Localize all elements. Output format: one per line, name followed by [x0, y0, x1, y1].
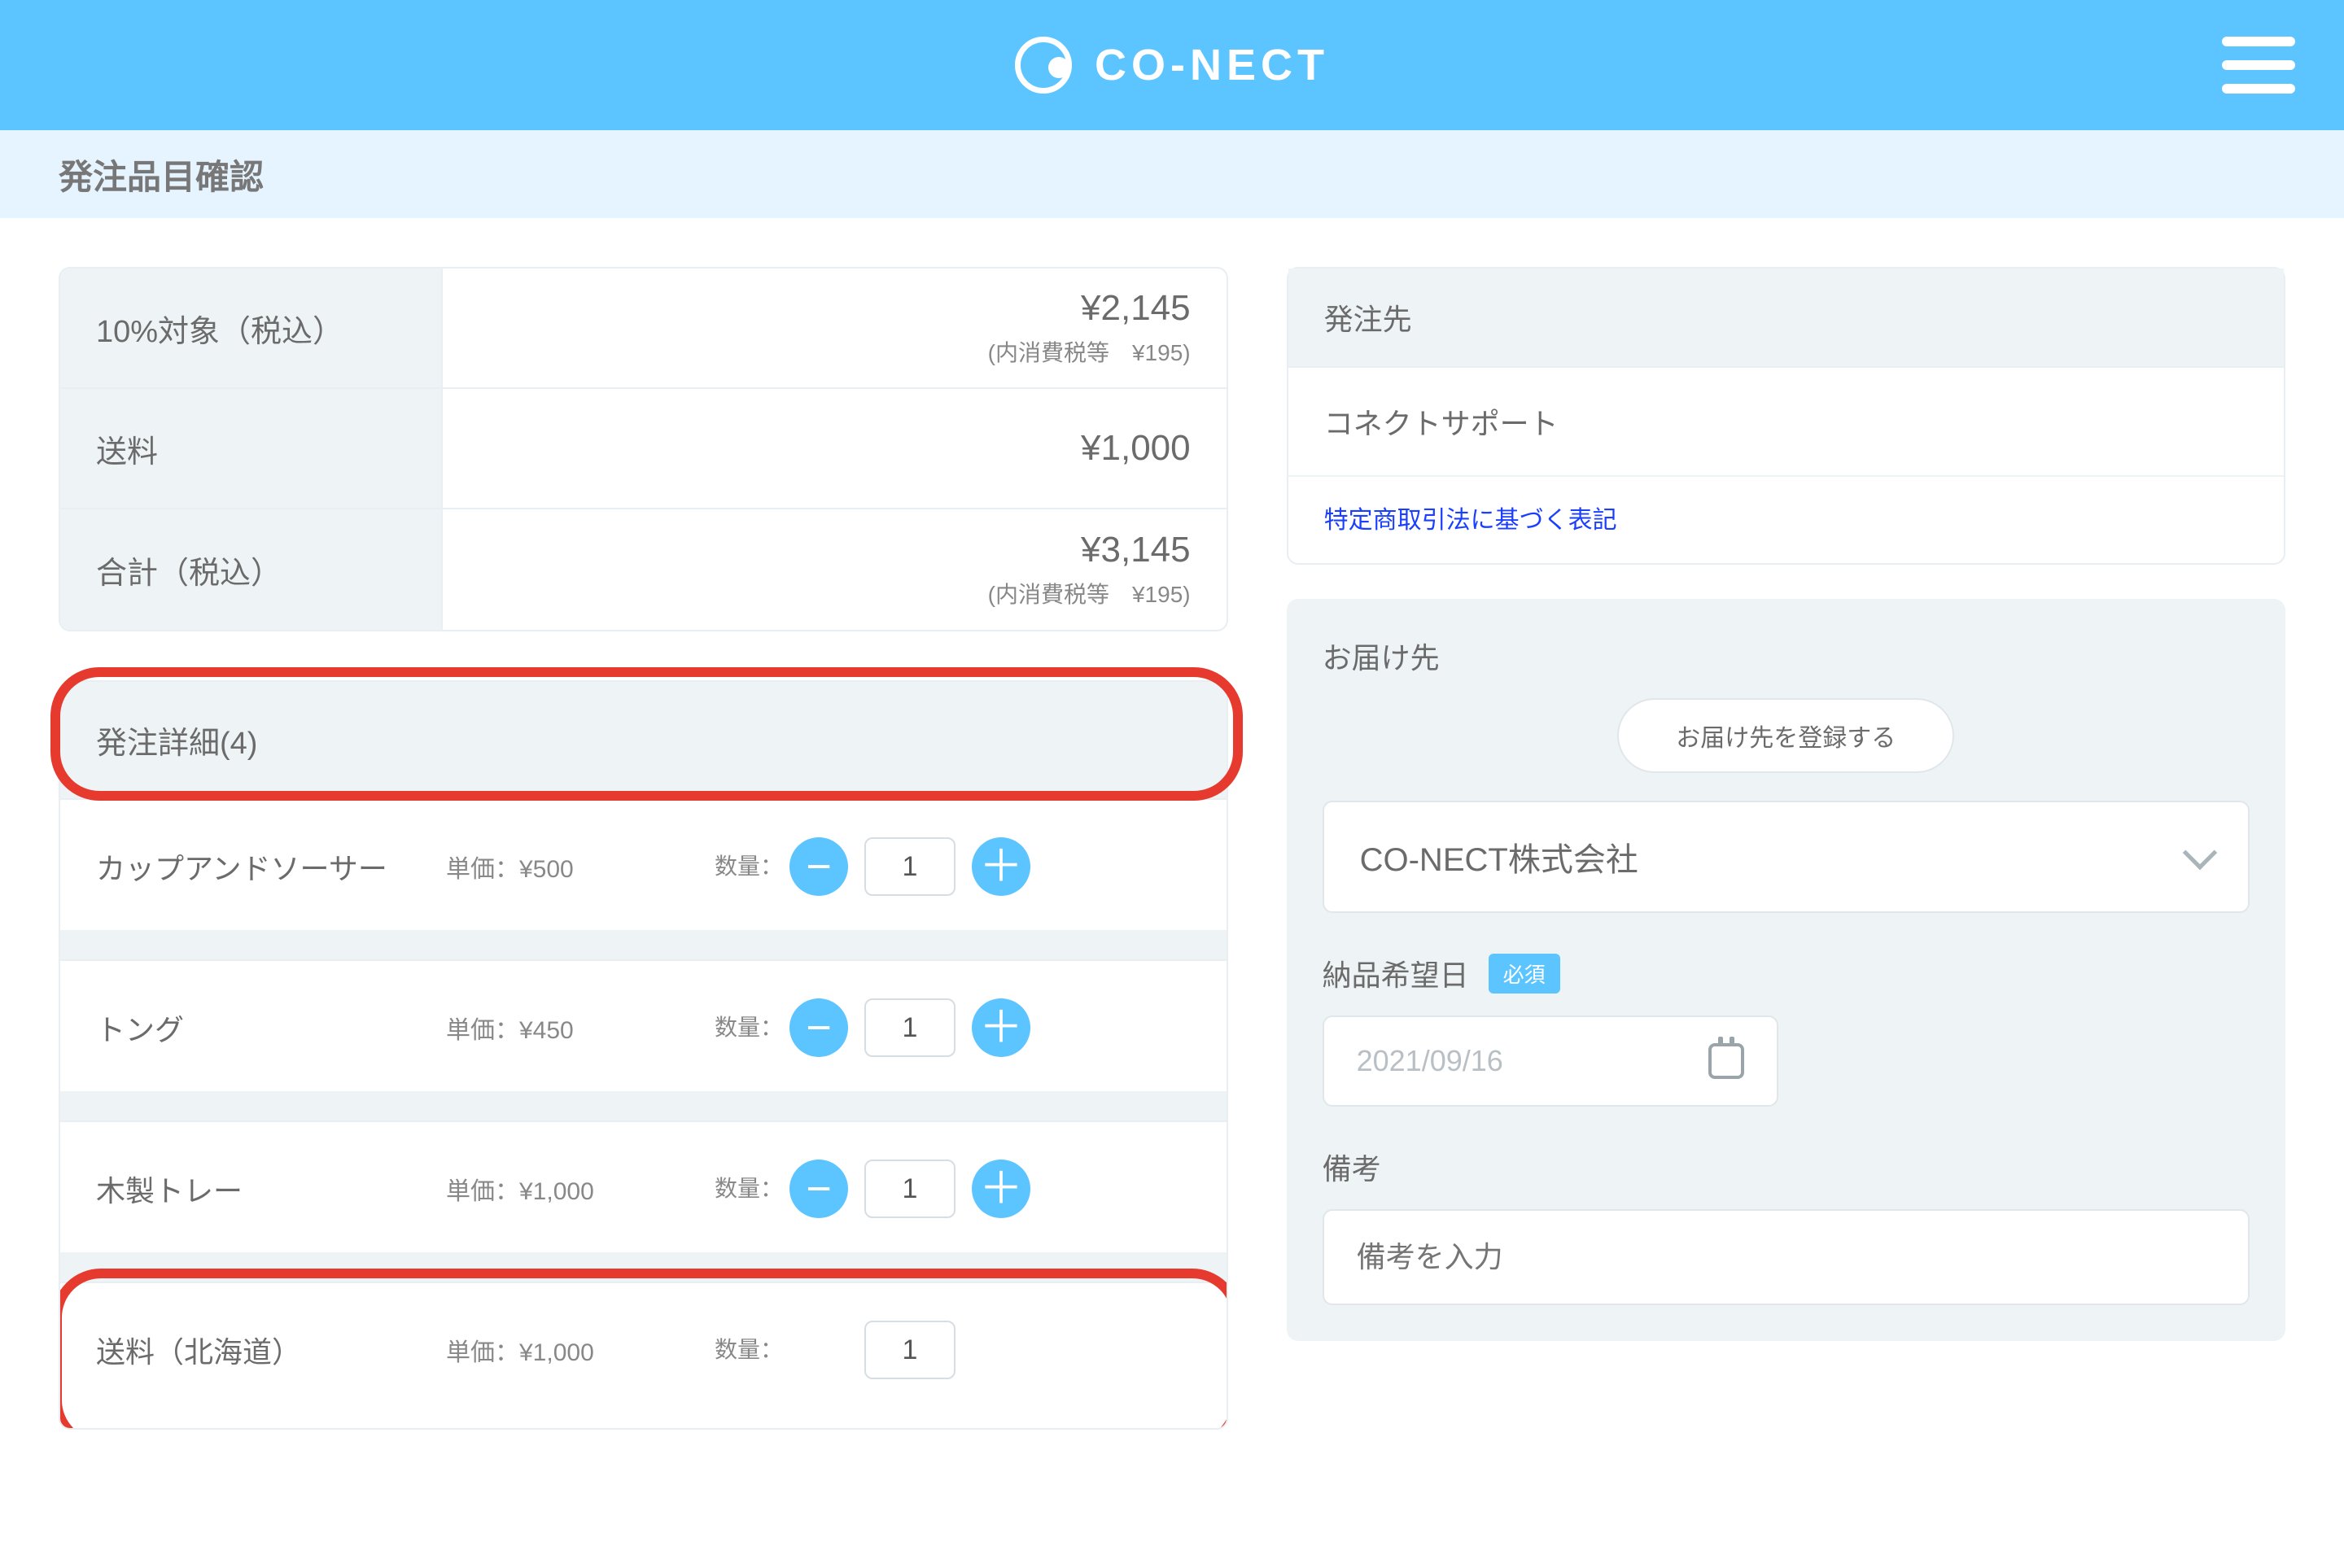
- order-details: 発注詳細(4) カップアンドソーサー 単価：¥500 数量： − ＋ トング: [59, 680, 1228, 1430]
- app-header: CO-NECT: [0, 0, 2344, 130]
- remarks-head: 備考: [1323, 1146, 2250, 1188]
- due-date-placeholder: 2021/09/16: [1357, 1044, 1503, 1078]
- qty-plus-button[interactable]: ＋: [972, 1160, 1030, 1218]
- qty-label: 数量：: [715, 1013, 789, 1042]
- item-name: トング: [96, 1007, 446, 1049]
- summary-row-tax: 10%対象（税込） ¥2,145 (内消費税等 ¥195): [60, 269, 1227, 389]
- summary-label: 送料: [60, 389, 443, 508]
- supplier-card: 発注先 コネクトサポート 特定商取引法に基づく表記: [1287, 267, 2285, 565]
- item-unit-price: 単価：¥1,000: [446, 1171, 715, 1207]
- order-item: カップアンドソーサー 単価：¥500 数量： − ＋: [60, 800, 1227, 961]
- supplier-head: 発注先: [1288, 269, 2284, 368]
- item-name: 木製トレー: [96, 1168, 446, 1210]
- qty-input[interactable]: [864, 1160, 956, 1218]
- item-name: 送料（北海道）: [96, 1329, 446, 1371]
- logo-icon: [1015, 37, 1072, 94]
- delivery-head: お届け先: [1323, 635, 2250, 677]
- due-date-input[interactable]: 2021/09/16: [1323, 1015, 1778, 1107]
- delivery-panel: お届け先 お届け先を登録する CO-NECT株式会社 納品希望日 必須 2021…: [1287, 599, 2285, 1341]
- qty-plus-button[interactable]: ＋: [972, 837, 1030, 896]
- menu-icon[interactable]: [2222, 37, 2295, 94]
- qty-label: 数量：: [715, 1174, 789, 1203]
- page-subheader: 発注品目確認: [0, 130, 2344, 218]
- required-badge: 必須: [1489, 954, 1560, 994]
- summary-subamount: (内消費税等 ¥195): [988, 577, 1191, 609]
- summary-row-shipping: 送料 ¥1,000: [60, 389, 1227, 509]
- qty-label: 数量：: [715, 852, 789, 881]
- details-title: 発注詳細(4): [60, 682, 1227, 800]
- summary-row-total: 合計（税込） ¥3,145 (内消費税等 ¥195): [60, 509, 1227, 630]
- calendar-icon: [1708, 1043, 1744, 1079]
- item-divider: [60, 930, 1227, 959]
- summary-subamount: (内消費税等 ¥195): [988, 335, 1191, 368]
- law-link[interactable]: 特定商取引法に基づく表記: [1324, 507, 1617, 534]
- summary-amount: ¥2,145: [1081, 288, 1191, 329]
- delivery-select[interactable]: CO-NECT株式会社: [1323, 801, 2250, 913]
- item-divider: [60, 1252, 1227, 1282]
- item-unit-price: 単価：¥500: [446, 849, 715, 884]
- summary-amount: ¥3,145: [1081, 530, 1191, 570]
- remarks-input[interactable]: [1323, 1209, 2250, 1305]
- item-divider: [60, 1091, 1227, 1120]
- summary-label: 10%対象（税込）: [60, 269, 443, 387]
- summary-table: 10%対象（税込） ¥2,145 (内消費税等 ¥195) 送料 ¥1,000 …: [59, 267, 1228, 631]
- summary-label: 合計（税込）: [60, 509, 443, 630]
- chevron-down-icon: [2183, 836, 2217, 870]
- brand-name: CO-NECT: [1095, 40, 1329, 90]
- brand-logo: CO-NECT: [1015, 37, 1329, 94]
- qty-plus-button[interactable]: ＋: [972, 998, 1030, 1057]
- qty-minus-button[interactable]: −: [789, 837, 848, 896]
- register-delivery-button[interactable]: お届け先を登録する: [1617, 698, 1954, 773]
- item-unit-price: 単価：¥1,000: [446, 1332, 715, 1368]
- qty-minus-button[interactable]: −: [789, 1160, 848, 1218]
- delivery-selected: CO-NECT株式会社: [1360, 833, 1638, 880]
- item-unit-price: 単価：¥450: [446, 1010, 715, 1046]
- order-item-shipping: 送料（北海道） 単価：¥1,000 数量：: [60, 1283, 1227, 1428]
- item-name: カップアンドソーサー: [96, 845, 446, 888]
- qty-label: 数量：: [715, 1335, 789, 1365]
- order-item: トング 単価：¥450 数量： − ＋: [60, 961, 1227, 1122]
- due-head: 納品希望日: [1323, 952, 1469, 994]
- qty-input[interactable]: [864, 837, 956, 896]
- summary-amount: ¥1,000: [1081, 428, 1191, 469]
- order-item: 木製トレー 単価：¥1,000 数量： − ＋: [60, 1122, 1227, 1283]
- page-title: 発注品目確認: [59, 150, 264, 199]
- qty-input[interactable]: [864, 998, 956, 1057]
- qty-input[interactable]: [864, 1321, 956, 1379]
- qty-minus-button[interactable]: −: [789, 998, 848, 1057]
- supplier-name: コネクトサポート: [1288, 368, 2284, 475]
